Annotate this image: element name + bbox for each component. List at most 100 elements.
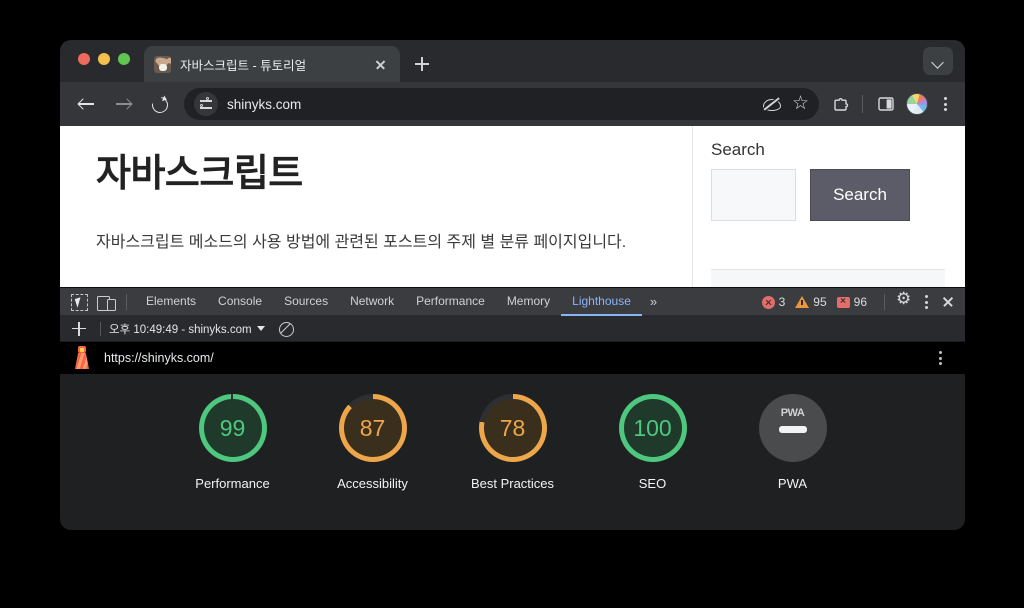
lighthouse-subtoolbar: 오후 10:49:49 - shinyks.com xyxy=(60,316,965,342)
gauge-circle-seo: 100 xyxy=(618,394,687,462)
window-minimize-button[interactable] xyxy=(98,53,110,65)
chevron-down-icon xyxy=(256,326,265,331)
gauge-accessibility[interactable]: 87 Accessibility xyxy=(322,394,424,494)
error-counter[interactable]: 3 xyxy=(761,295,786,309)
more-tabs-icon[interactable]: » xyxy=(642,288,665,315)
gauge-value-accessibility: 87 xyxy=(359,414,386,441)
browser-toolbar: shinyks.com xyxy=(60,82,965,126)
gauge-value-seo: 100 xyxy=(633,414,672,441)
gauge-label-performance: Performance xyxy=(195,476,270,491)
reload-icon[interactable] xyxy=(144,89,174,119)
devtools-tab-memory[interactable]: Memory xyxy=(496,288,561,316)
search-input[interactable] xyxy=(711,169,796,221)
tune-icon[interactable] xyxy=(194,92,218,116)
gauge-circle-best-practices: 78 xyxy=(478,394,547,462)
gauge-value-performance: 99 xyxy=(219,414,246,441)
devtools-tab-performance[interactable]: Performance xyxy=(405,288,496,316)
browser-window: 자바스크립트 - 튜토리얼 shinyks.com ☆ 자바스크립트 자바스크립… xyxy=(60,40,965,530)
gauge-circle-performance: 99 xyxy=(198,394,267,462)
report-selector-label: 오후 10:49:49 - shinyks.com xyxy=(109,323,252,336)
address-bar-url: shinyks.com xyxy=(227,96,302,112)
window-close-button[interactable] xyxy=(78,53,90,65)
sidebar-band xyxy=(711,270,945,287)
eye-slash-icon[interactable] xyxy=(757,90,785,118)
devtools-tab-sources[interactable]: Sources xyxy=(273,288,339,316)
info-counter[interactable]: 96 xyxy=(836,295,867,309)
error-icon xyxy=(761,295,775,309)
back-arrow-icon[interactable] xyxy=(72,89,102,119)
inspect-element-icon[interactable] xyxy=(68,291,90,313)
chevron-down-icon[interactable] xyxy=(923,47,953,75)
page-sidebar: Search Search xyxy=(693,126,965,287)
gauge-label-accessibility: Accessibility xyxy=(337,476,408,491)
search-button[interactable]: Search xyxy=(810,169,910,221)
device-toolbar-icon[interactable] xyxy=(94,291,118,313)
gear-icon[interactable] xyxy=(893,289,915,313)
gauge-label-pwa: PWA xyxy=(777,476,808,491)
report-url: https://shinyks.com/ xyxy=(104,351,214,365)
three-dot-menu-icon[interactable] xyxy=(917,291,935,313)
report-selector[interactable]: 오후 10:49:49 - shinyks.com xyxy=(109,321,265,337)
gauge-pwa[interactable]: PWA PWA xyxy=(742,394,844,494)
warning-icon xyxy=(795,296,810,308)
star-icon[interactable] xyxy=(787,90,815,118)
error-count: 3 xyxy=(778,295,786,309)
gauge-label-best-practices: Best Practices xyxy=(470,476,555,491)
devtools-panel: Elements Console Sources Network Perform… xyxy=(60,287,965,530)
devtools-divider xyxy=(126,293,127,310)
devtools-tabbar: Elements Console Sources Network Perform… xyxy=(60,288,965,316)
three-dot-menu-icon[interactable] xyxy=(931,347,949,369)
tab-close-icon[interactable] xyxy=(370,54,390,74)
lighthouse-report-header: https://shinyks.com/ xyxy=(60,342,965,374)
gauge-circle-pwa: PWA xyxy=(758,394,827,462)
bear-favicon-icon xyxy=(154,55,171,73)
warning-count: 95 xyxy=(813,295,827,309)
gauge-circle-accessibility: 87 xyxy=(338,394,407,462)
omnibox-actions xyxy=(757,90,815,118)
tab-strip: 자바스크립트 - 튜토리얼 xyxy=(60,40,965,82)
gauge-performance[interactable]: 99 Performance xyxy=(182,394,284,494)
toolbar-divider xyxy=(862,95,863,113)
gauge-best-practices[interactable]: 78 Best Practices xyxy=(462,394,564,494)
devtools-counters: 3 95 96 xyxy=(761,288,873,316)
gauge-value-best-practices: 78 xyxy=(499,414,526,441)
three-dot-menu-icon[interactable] xyxy=(935,90,955,118)
lighthouse-report: https://shinyks.com/ 99 Performance 87 A… xyxy=(60,342,965,530)
window-traffic-lights xyxy=(78,53,130,65)
warning-counter[interactable]: 95 xyxy=(795,295,827,309)
toolbar-right-actions xyxy=(819,90,965,118)
search-widget-title: Search xyxy=(711,140,765,159)
forward-arrow-icon[interactable] xyxy=(108,89,138,119)
profile-avatar[interactable] xyxy=(906,93,928,115)
gauge-seo[interactable]: 100 SEO xyxy=(602,394,704,494)
new-report-button[interactable] xyxy=(66,318,92,340)
devtools-tab-elements[interactable]: Elements xyxy=(135,288,207,316)
browser-tab[interactable]: 자바스크립트 - 튜토리얼 xyxy=(144,46,400,82)
page-content: 자바스크립트 자바스크립트 메소드의 사용 방법에 관련된 포스트의 주제 별 … xyxy=(60,126,693,287)
page-viewport: 자바스크립트 자바스크립트 메소드의 사용 방법에 관련된 포스트의 주제 별 … xyxy=(60,126,965,287)
page-description: 자바스크립트 메소드의 사용 방법에 관련된 포스트의 주제 별 분류 페이지입… xyxy=(96,234,627,251)
devtools-tab-console[interactable]: Console xyxy=(207,288,273,316)
pwa-badge-text: PWA xyxy=(780,407,805,419)
page-title: 자바스크립트 xyxy=(96,153,303,195)
close-icon[interactable] xyxy=(937,291,959,313)
subtoolbar-divider xyxy=(100,321,101,336)
lighthouse-logo-icon xyxy=(72,346,92,370)
puzzle-piece-icon[interactable] xyxy=(828,90,856,118)
tab-title: 자바스크립트 - 튜토리얼 xyxy=(180,58,307,73)
window-maximize-button[interactable] xyxy=(118,53,130,65)
info-count: 96 xyxy=(853,295,867,309)
search-widget: Search xyxy=(711,169,945,221)
lighthouse-gauges: 99 Performance 87 Accessibility 78 Best … xyxy=(60,374,965,530)
message-icon xyxy=(836,296,850,308)
side-panel-icon[interactable] xyxy=(872,90,900,118)
devtools-tab-network[interactable]: Network xyxy=(339,288,405,316)
clear-icon[interactable] xyxy=(275,318,297,340)
new-tab-button[interactable] xyxy=(410,52,434,76)
devtools-right-controls xyxy=(884,288,959,316)
devtools-divider xyxy=(884,294,885,310)
devtools-tab-lighthouse[interactable]: Lighthouse xyxy=(561,288,642,316)
pwa-dash-icon xyxy=(778,426,807,433)
gauge-label-seo: SEO xyxy=(638,476,667,491)
address-bar[interactable]: shinyks.com xyxy=(184,88,819,120)
